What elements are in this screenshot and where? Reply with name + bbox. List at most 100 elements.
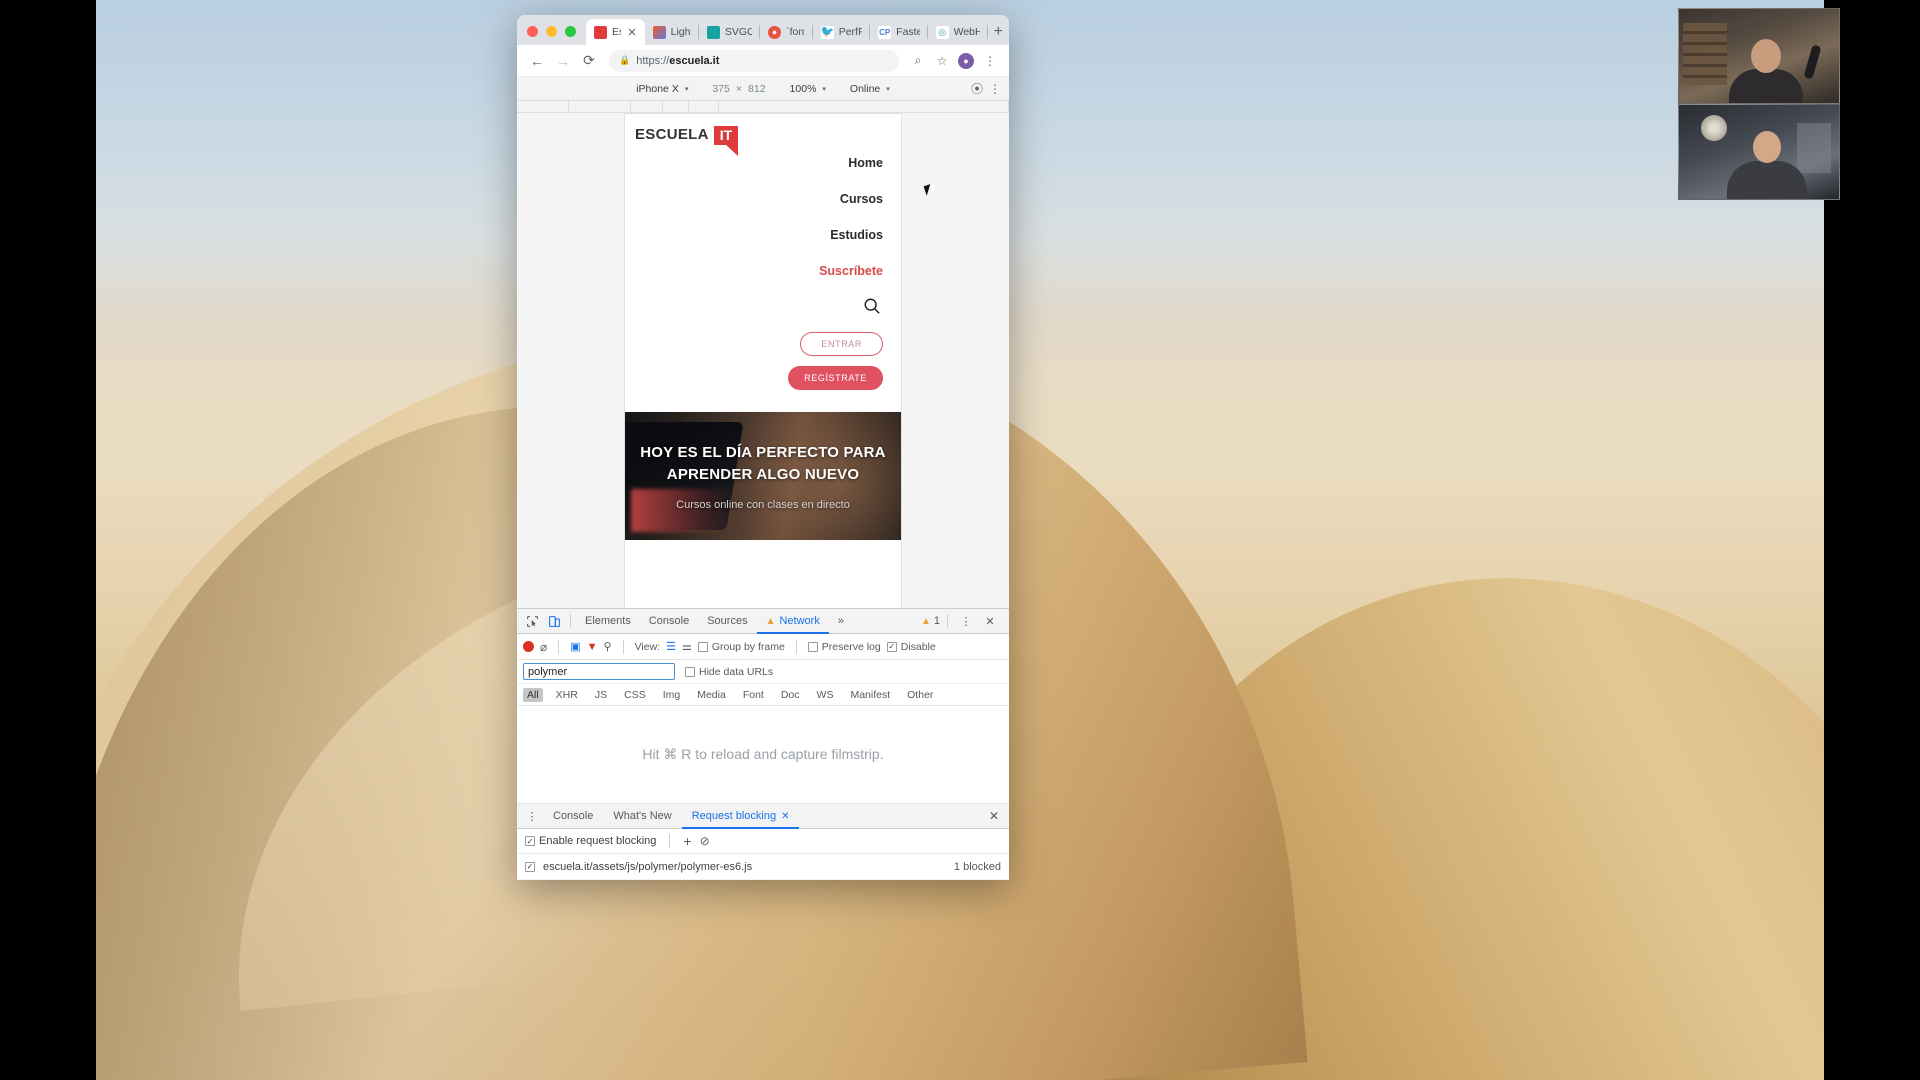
browser-tab-label: Faste: [896, 26, 920, 38]
device-height-input[interactable]: 812: [748, 83, 766, 95]
type-filter-manifest[interactable]: Manifest: [846, 688, 894, 702]
enable-request-blocking-checkbox[interactable]: ✓ Enable request blocking: [525, 835, 656, 847]
tab-console[interactable]: Console: [640, 609, 698, 634]
remove-all-patterns-icon[interactable]: ⊘: [700, 834, 710, 848]
type-filter-doc[interactable]: Doc: [777, 688, 804, 702]
chevron-down-icon: ▾: [684, 85, 689, 93]
forward-button[interactable]: →: [551, 49, 575, 73]
bookmark-star-icon[interactable]: ☆: [931, 50, 953, 72]
search-icon[interactable]: ⚲: [604, 640, 612, 653]
hide-data-urls-checkbox[interactable]: Hide data URLs: [685, 666, 773, 678]
zoom-indicator-icon[interactable]: ⌕: [907, 50, 929, 72]
tab-sources[interactable]: Sources: [698, 609, 756, 634]
logo-badge: IT: [713, 126, 739, 156]
browser-tab-faster[interactable]: CP Faste: [870, 19, 928, 45]
browser-tab-lighthouse[interactable]: Light: [645, 19, 699, 45]
login-button[interactable]: ENTRAR: [800, 332, 883, 356]
type-filter-img[interactable]: Img: [659, 688, 685, 702]
more-panels-icon[interactable]: »: [829, 609, 853, 634]
browser-tab-label: Light: [670, 26, 691, 38]
large-rows-icon[interactable]: ☰: [666, 640, 676, 653]
capture-screenshots-icon[interactable]: ▣: [570, 640, 580, 653]
twitter-favicon: 🐦: [820, 25, 835, 39]
nav-item-suscribete[interactable]: Suscríbete: [819, 253, 883, 289]
search-icon[interactable]: [861, 289, 883, 326]
profile-avatar[interactable]: ●: [955, 50, 977, 72]
warning-triangle-icon: ▲: [920, 615, 931, 627]
browser-tab-fontface[interactable]: `font: [760, 19, 813, 45]
device-selector[interactable]: iPhone X ▾: [624, 83, 700, 95]
hero-title: HOY ES EL DÍA PERFECTO PARA APRENDER ALG…: [640, 443, 886, 484]
type-filter-other[interactable]: Other: [903, 688, 937, 702]
drawer-tab-console[interactable]: Console: [543, 804, 603, 829]
reload-button[interactable]: ⟳: [577, 49, 601, 73]
drawer-tab-request-blocking[interactable]: Request blocking ✕: [682, 804, 800, 829]
blocked-pattern-row[interactable]: ✓ escuela.it/assets/js/polymer/polymer-e…: [517, 854, 1009, 880]
checkbox-label: Hide data URLs: [699, 665, 774, 678]
toggle-device-toolbar-icon[interactable]: [543, 610, 565, 632]
devtools-panel: Elements Console Sources ▲ Network » ▲ 1…: [517, 608, 1009, 880]
close-tab-icon[interactable]: ✕: [781, 804, 789, 829]
rotate-device-icon[interactable]: ⦿: [971, 80, 983, 97]
device-toolbar-menu-icon[interactable]: ⋮: [989, 82, 1001, 96]
devtools-close-icon[interactable]: ✕: [979, 610, 1001, 632]
filter-input[interactable]: [523, 663, 675, 680]
lock-icon: 🔒: [619, 55, 631, 65]
address-bar[interactable]: 🔒 https://escuela.it: [609, 49, 899, 72]
type-filter-css[interactable]: CSS: [620, 688, 650, 702]
type-filter-media[interactable]: Media: [693, 688, 730, 702]
disable-cache-checkbox[interactable]: ✓ Disable: [886, 641, 936, 653]
type-filter-xhr[interactable]: XHR: [552, 688, 582, 702]
close-tab-icon[interactable]: ✕: [627, 26, 636, 39]
drawer-close-icon[interactable]: ✕: [989, 809, 1005, 823]
tab-elements[interactable]: Elements: [576, 609, 640, 634]
inspect-element-icon[interactable]: [521, 610, 543, 632]
request-blocking-toolbar: ✓ Enable request blocking + ⊘: [517, 829, 1009, 854]
zoom-window-button[interactable]: [565, 26, 576, 37]
dimension-separator: ×: [735, 82, 743, 95]
nav-item-estudios[interactable]: Estudios: [830, 217, 883, 253]
device-width-input[interactable]: 375: [712, 83, 730, 95]
type-filter-js[interactable]: JS: [591, 688, 611, 702]
browser-menu-icon[interactable]: ⋮: [979, 50, 1001, 72]
minimize-window-button[interactable]: [546, 26, 557, 37]
type-filter-font[interactable]: Font: [739, 688, 768, 702]
drawer-more-icon[interactable]: ⋮: [521, 805, 543, 827]
tab-network[interactable]: ▲ Network: [757, 609, 829, 634]
nav-item-cursos[interactable]: Cursos: [840, 181, 883, 217]
filter-icon[interactable]: ▼: [587, 641, 598, 653]
site-logo[interactable]: ESCUELA IT: [635, 126, 891, 156]
checkbox-box[interactable]: ✓: [525, 861, 535, 872]
new-tab-button[interactable]: +: [988, 24, 1009, 45]
warning-count-badge[interactable]: ▲ 1: [921, 615, 940, 627]
back-button[interactable]: ←: [525, 49, 549, 73]
drawer-tab-whats-new[interactable]: What's New: [603, 804, 681, 829]
add-pattern-icon[interactable]: +: [683, 833, 691, 849]
chrome-browser-window: Es ✕ Light SVGO `font 🐦 PerfP CP Faste ◎…: [517, 15, 1009, 880]
browser-tab-svgomg[interactable]: SVGO: [699, 19, 761, 45]
browser-tab-escuela[interactable]: Es ✕: [586, 19, 645, 45]
checkbox-label: Enable request blocking: [539, 835, 657, 847]
checkbox-label: Preserve log: [821, 640, 881, 653]
overview-icon[interactable]: ⚌: [682, 640, 692, 653]
toolbar-divider: [570, 614, 571, 628]
checkbox-box: [697, 641, 708, 652]
nav-item-home[interactable]: Home: [848, 145, 883, 181]
device-zoom-selector[interactable]: 100% ▾: [778, 83, 838, 95]
type-filter-ws[interactable]: WS: [813, 688, 838, 702]
checkbox-label: Group by frame: [711, 640, 785, 653]
clear-network-log-icon[interactable]: ⌀: [540, 640, 547, 654]
browser-tab-perfplanet[interactable]: 🐦 PerfP: [813, 19, 871, 45]
device-dimensions[interactable]: 375 × 812: [700, 83, 777, 95]
close-window-button[interactable]: [527, 26, 538, 37]
preserve-log-checkbox[interactable]: Preserve log: [807, 640, 881, 653]
emulated-page: ESCUELA IT Home Cursos Estudios Suscríbe…: [625, 114, 901, 608]
devtools-settings-icon[interactable]: ⋮: [955, 610, 977, 632]
browser-tab-label: Es: [612, 26, 621, 38]
type-filter-all[interactable]: All: [523, 687, 543, 702]
record-network-log-button[interactable]: [523, 641, 534, 652]
signup-button[interactable]: REGÍSTRATE: [788, 366, 883, 390]
group-by-frame-checkbox[interactable]: Group by frame: [697, 640, 785, 653]
network-throttling-selector[interactable]: Online ▾: [838, 83, 902, 95]
browser-tab-webhint[interactable]: ◎ WebH: [928, 19, 988, 45]
